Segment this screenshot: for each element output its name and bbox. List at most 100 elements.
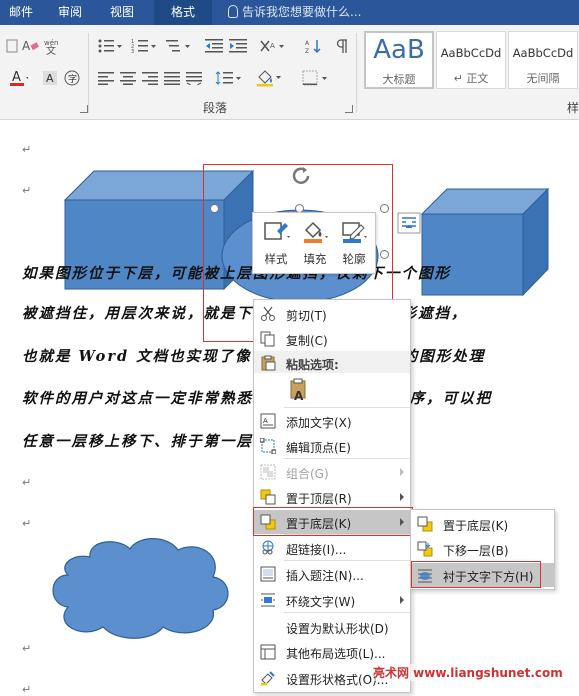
highlight-send-to-back-frame — [253, 507, 413, 536]
paragraph-mark: ↵ — [22, 517, 32, 530]
copy-icon — [260, 331, 276, 347]
bullets-icon[interactable] — [96, 37, 124, 55]
svg-text:字: 字 — [68, 73, 77, 85]
align-right-icon[interactable] — [140, 69, 160, 87]
highlight-behind-text-frame — [411, 561, 541, 588]
partial-tool-icon[interactable] — [2, 37, 22, 55]
increase-indent-icon[interactable] — [228, 37, 248, 55]
menu-item-add-text[interactable]: A 添加文字(X) — [254, 409, 410, 433]
wrap-text-icon — [260, 592, 276, 608]
hyperlink-icon — [260, 540, 276, 556]
caption-icon — [260, 566, 276, 582]
menu-item-label: 组合(G) — [286, 467, 329, 481]
svg-text:A: A — [46, 72, 54, 85]
group-label-paragraph: 段落 — [203, 101, 228, 115]
menu-item-hyperlink[interactable]: 超链接(I)... — [254, 536, 410, 560]
menu-item-label: 添加文字(X) — [286, 416, 352, 430]
ribbon-tab-bar: 邮件 审阅 视图 格式 告诉我您想要做什么... — [0, 0, 579, 25]
phonetic-guide-icon[interactable]: wén 文 — [42, 37, 62, 55]
fill-bucket-icon — [302, 221, 328, 245]
tell-me-text: 告诉我您想要做什么... — [242, 5, 362, 19]
paragraph-mark: ↵ — [22, 476, 32, 489]
mini-outline-label: 轮廓 — [342, 252, 366, 266]
paragraph-dialog-launcher-icon[interactable] — [345, 105, 353, 113]
menu-item-label: 插入题注(N)... — [286, 569, 364, 583]
mini-fill-button[interactable]: 填充 — [296, 217, 334, 273]
menu-item-cut[interactable]: 剪切(T) — [254, 302, 410, 326]
svg-text:A: A — [270, 42, 275, 50]
clear-formatting-icon[interactable]: A — [20, 37, 40, 55]
style-heading[interactable]: AaB 大标题 — [364, 31, 434, 89]
ribbon-separator — [356, 33, 357, 113]
menu-item-set-default-shape[interactable]: 设置为默认形状(D) — [254, 615, 410, 639]
menu-item-copy[interactable]: 复制(C) — [254, 327, 410, 351]
submenu-item-label: 置于底层(K) — [443, 519, 509, 533]
multilevel-list-icon[interactable] — [164, 37, 192, 55]
line-spacing-icon[interactable] — [214, 69, 244, 87]
style-no-spacing[interactable]: AaBbCcDd 无间隔 — [508, 31, 578, 89]
menu-item-label: 设置为默认形状(D) — [286, 622, 389, 636]
align-left-icon[interactable] — [96, 69, 116, 87]
menu-item-wrap-text[interactable]: 环绕文字(W) — [254, 588, 410, 612]
mini-style-button[interactable]: 样式 — [257, 217, 295, 273]
svg-text:A: A — [305, 40, 310, 47]
bring-to-front-icon — [260, 489, 276, 505]
mini-outline-button[interactable]: 轮廓 — [335, 217, 373, 273]
menu-item-bring-to-front[interactable]: 置于顶层(R) — [254, 485, 410, 509]
shape-style-icon — [263, 221, 290, 245]
shading-icon[interactable] — [254, 69, 284, 87]
tab-format[interactable]: 格式 — [154, 0, 212, 25]
distributed-icon[interactable] — [184, 69, 204, 87]
menu-item-more-layout-options[interactable]: 其他布局选项(L)... — [254, 640, 410, 664]
paragraph-mark: ↵ — [22, 143, 32, 156]
ribbon-separator — [88, 33, 89, 113]
watermark-text: 亮术网 www.liangshunet.com — [373, 664, 563, 681]
menu-item-label: 环绕文字(W) — [286, 595, 356, 609]
borders-icon[interactable] — [300, 69, 330, 87]
tab-mailings[interactable]: 邮件 — [0, 0, 42, 25]
menu-item-group: 组合(G) — [254, 460, 410, 484]
style-no-spacing-name: 无间隔 — [526, 72, 560, 85]
menu-item-edit-points[interactable]: 编辑顶点(E) — [254, 434, 410, 458]
tab-view[interactable]: 视图 — [100, 0, 144, 25]
enclose-characters-icon[interactable]: 字 — [62, 69, 82, 87]
chinese-layout-icon[interactable]: A — [258, 37, 286, 55]
tab-review[interactable]: 审阅 — [48, 0, 92, 25]
scissors-icon — [260, 306, 276, 322]
tell-me-box[interactable]: 告诉我您想要做什么... — [228, 0, 361, 25]
menu-item-label: 超链接(I)... — [286, 543, 347, 557]
lightbulb-icon — [228, 5, 238, 18]
submenu-item-send-backward[interactable]: 下移一层(B) — [411, 537, 554, 561]
paste-icon — [260, 355, 276, 371]
submenu-item-send-to-back[interactable]: 置于底层(K) — [411, 512, 554, 536]
style-heading-name: 大标题 — [382, 73, 416, 86]
justify-icon[interactable] — [162, 69, 182, 87]
show-hide-marks-icon[interactable] — [332, 37, 352, 55]
menu-item-label: 粘贴选项: — [286, 358, 339, 372]
menu-item-insert-caption[interactable]: 插入题注(N)... — [254, 562, 410, 586]
style-no-spacing-sample: AaBbCcDd — [512, 46, 574, 60]
align-center-icon[interactable] — [118, 69, 138, 87]
decrease-indent-icon[interactable] — [204, 37, 224, 55]
menu-separator — [284, 612, 410, 613]
svg-text:Z: Z — [305, 48, 309, 54]
style-normal[interactable]: AaBbCcDd ↵ 正文 — [436, 31, 506, 89]
numbering-icon[interactable]: 123 — [130, 37, 158, 55]
mini-toolbar: 样式 填充 轮廓 — [252, 212, 376, 274]
outline-pen-icon — [341, 221, 367, 245]
edit-points-icon — [259, 437, 277, 455]
font-dialog-launcher-icon[interactable] — [80, 105, 88, 113]
font-color-icon[interactable]: A — [8, 69, 28, 87]
menu-item-label: 复制(C) — [286, 334, 328, 348]
style-heading-sample: AaB — [373, 35, 425, 65]
submenu-arrow-icon — [400, 596, 404, 604]
menu-item-label: 置于顶层(R) — [286, 492, 352, 506]
sort-icon[interactable]: AZ — [304, 37, 324, 55]
character-shading-icon[interactable]: A — [40, 69, 60, 87]
style-normal-name: ↵ 正文 — [453, 72, 489, 85]
mini-style-label: 样式 — [264, 252, 288, 266]
svg-text:A: A — [294, 389, 304, 402]
submenu-arrow-icon — [400, 468, 404, 476]
menu-item-label: 剪切(T) — [286, 309, 327, 323]
paragraph-mark: ↵ — [22, 642, 32, 655]
